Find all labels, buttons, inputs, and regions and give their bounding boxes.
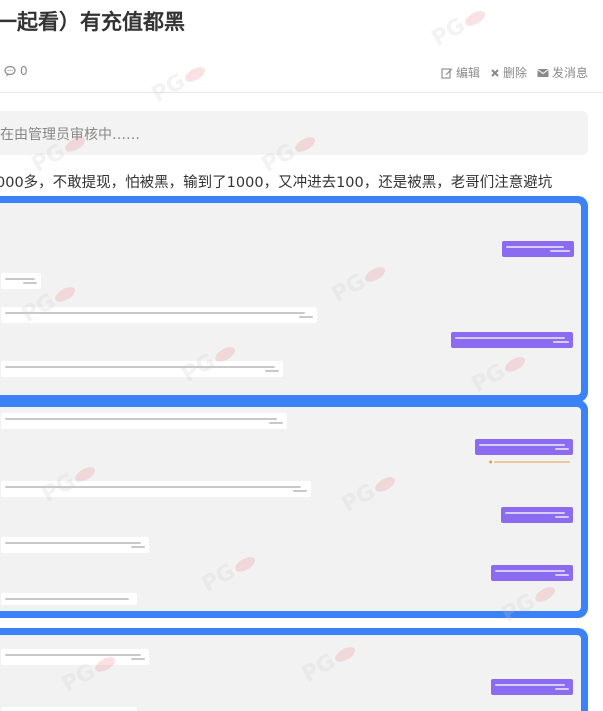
comment-icon [4,65,16,77]
delete-button[interactable]: 删除 [490,64,527,81]
post-image-1[interactable] [0,196,588,402]
chat-screenshot-1 [0,203,581,395]
post-image-2[interactable]: ● [0,400,588,618]
divider [0,92,603,93]
edit-icon [441,67,453,79]
comment-count-value: 0 [20,64,28,78]
edit-label: 编辑 [455,66,480,80]
chat-bubble [1,307,317,323]
review-notice: 在由管理员审核中…… [0,111,588,155]
chat-bubble [1,649,149,665]
chat-bubble [1,593,137,605]
envelope-icon [537,68,549,77]
chat-bubble [475,439,573,455]
post-body: 000多，不敢提现，怕被黑，输到了1000，又冲进去100，还是被黑，老哥们注意… [0,175,553,191]
post-actions: 编辑 删除 发消息 [441,64,588,81]
chat-screenshot-2: ● [0,407,581,611]
delete-label: 删除 [502,66,527,80]
chat-bubble [1,361,283,377]
chat-bubble [501,507,573,523]
chat-screenshot-3 [0,635,581,711]
close-icon [491,68,499,77]
post-image-3[interactable] [0,628,588,711]
message-label: 发消息 [551,66,588,80]
chat-bubble [1,413,287,429]
page: 一起看）有充值都黑 0 编辑 删除 发消息 在由管理员审核中…… 000多，不敢… [0,0,603,711]
edit-button[interactable]: 编辑 [441,64,480,81]
chat-bubble [451,332,573,348]
watermark: PG [148,57,211,108]
chat-bubble [502,241,574,257]
warning-icon: ● [489,459,570,465]
chat-bubble [491,565,573,581]
chat-bubble [1,273,41,289]
chat-bubble [1,707,137,711]
chat-bubble [1,537,149,553]
chat-bubble [491,679,573,695]
message-button[interactable]: 发消息 [537,64,588,81]
post-title: 一起看）有充值都黑 [0,10,185,34]
chat-bubble [1,481,311,497]
watermark: PG [428,1,491,52]
comment-count[interactable]: 0 [4,64,28,78]
